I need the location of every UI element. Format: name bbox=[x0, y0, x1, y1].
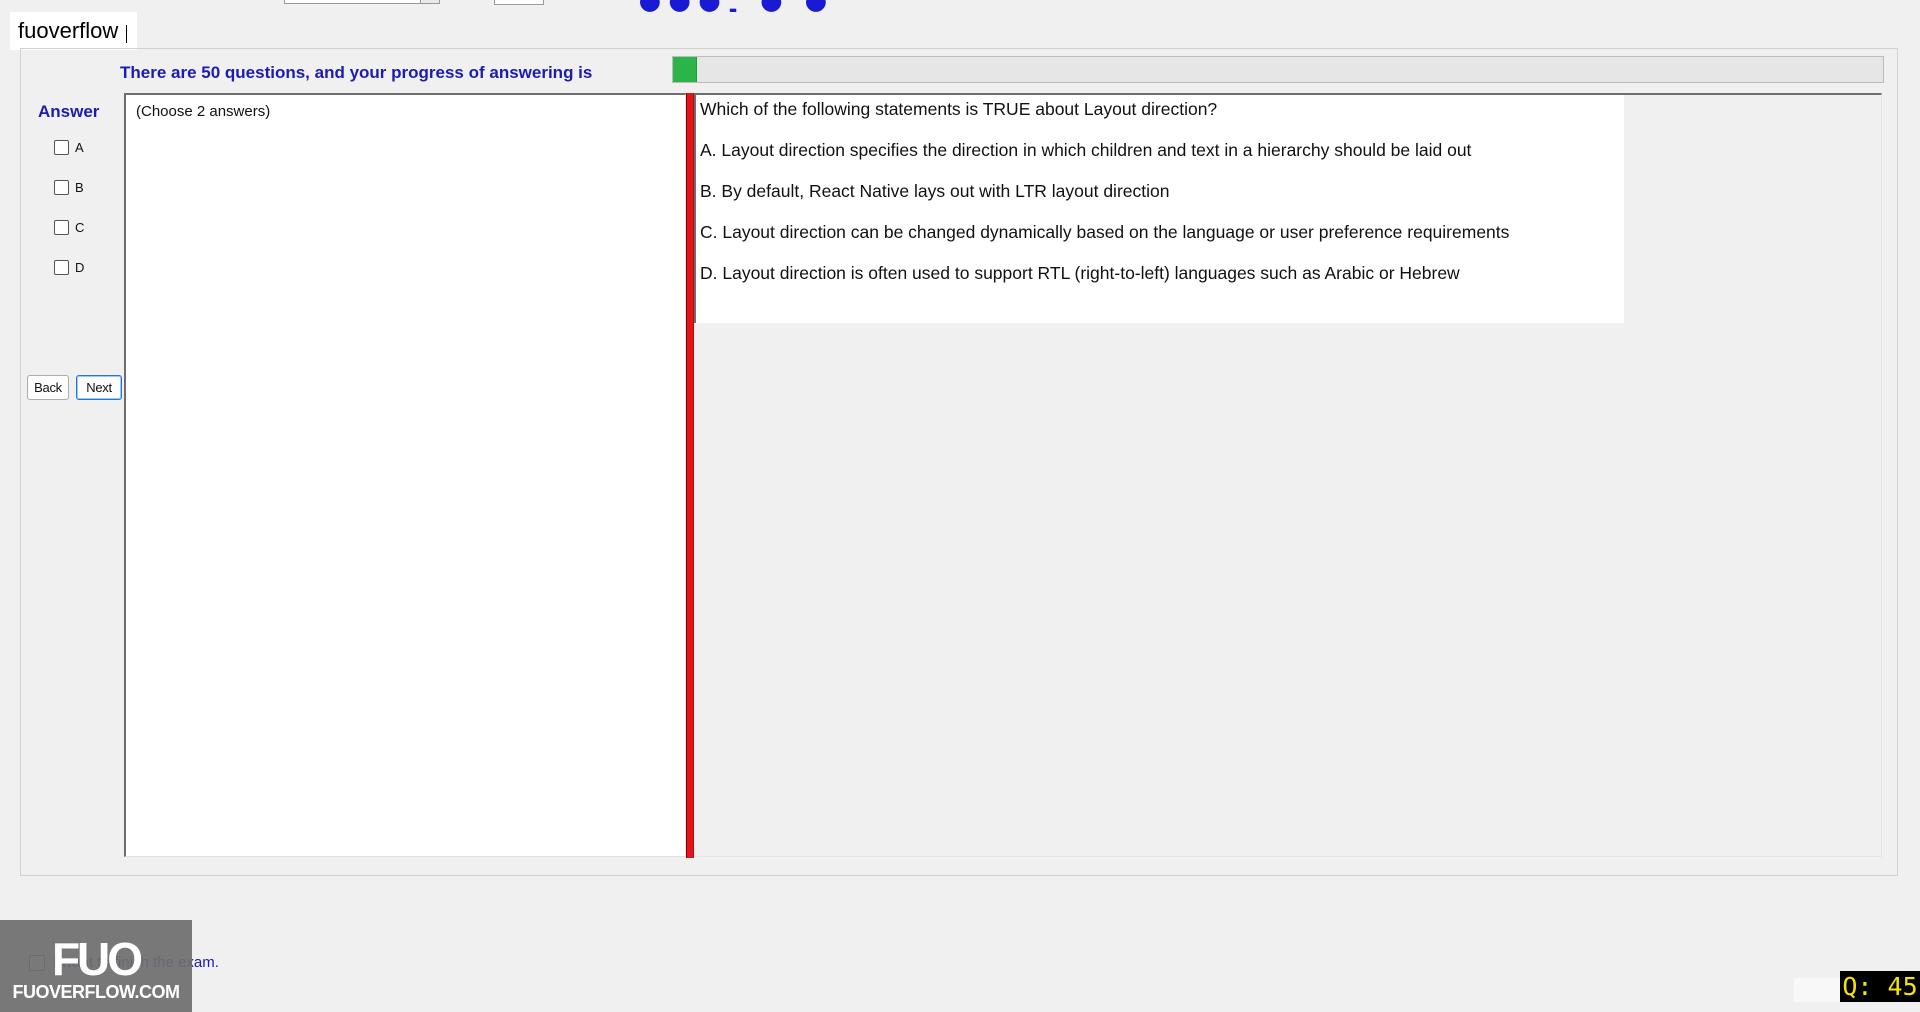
checkbox-d[interactable] bbox=[54, 259, 69, 275]
text-caret bbox=[126, 25, 128, 43]
answer-option-label: C bbox=[75, 219, 85, 235]
answer-option-d[interactable]: D bbox=[54, 257, 84, 277]
answer-option-label: B bbox=[75, 179, 84, 195]
top-combo-box[interactable] bbox=[284, 0, 440, 4]
question-option-b: B. By default, React Native lays out wit… bbox=[700, 181, 1170, 201]
watermark-logo: FUO FUOVERFLOW.COM bbox=[0, 920, 192, 1012]
answer-option-label: D bbox=[75, 259, 85, 275]
question-option-c: C. Layout direction can be changed dynam… bbox=[700, 222, 1510, 242]
checkbox-c[interactable] bbox=[54, 219, 69, 235]
answer-notes-box: (Choose 2 answers) bbox=[124, 93, 686, 857]
answer-title: Answer bbox=[38, 102, 100, 121]
answer-option-a[interactable]: A bbox=[54, 137, 84, 157]
progress-label: There are 50 questions, and your progres… bbox=[120, 63, 593, 82]
question-counter: Q: 45 bbox=[1840, 971, 1920, 1002]
choose-count-note: (Choose 2 answers) bbox=[136, 103, 271, 120]
question-option-a: A. Layout direction specifies the direct… bbox=[700, 140, 1472, 160]
next-button[interactable]: Next bbox=[76, 375, 122, 400]
question-text: Which of the following statements is TRU… bbox=[700, 99, 1218, 119]
watermark-logo-mark: FUO bbox=[51, 933, 143, 985]
question-box: Which of the following statements is TRU… bbox=[694, 95, 1624, 323]
watermark-site: FUOVERFLOW.COM bbox=[12, 982, 181, 1002]
top-small-field[interactable] bbox=[494, 0, 544, 5]
checkbox-a[interactable] bbox=[54, 139, 69, 155]
brand-label: fuoverflow bbox=[10, 12, 138, 50]
answer-option-c[interactable]: C bbox=[54, 217, 84, 237]
answer-option-label: A bbox=[75, 139, 84, 155]
answer-option-b[interactable]: B bbox=[54, 177, 84, 197]
progress-bar bbox=[672, 56, 1884, 83]
question-option-d: D. Layout direction is often used to sup… bbox=[700, 263, 1460, 283]
bottom-field bbox=[1794, 978, 1840, 1002]
brand-text: fuoverflow bbox=[18, 18, 119, 43]
progress-bar-fill bbox=[673, 57, 698, 82]
checkbox-b[interactable] bbox=[54, 179, 69, 195]
splitter-handle[interactable] bbox=[686, 93, 694, 858]
exam-title: ●●●: ● ● bbox=[636, 0, 832, 12]
back-button[interactable]: Back bbox=[27, 375, 69, 400]
